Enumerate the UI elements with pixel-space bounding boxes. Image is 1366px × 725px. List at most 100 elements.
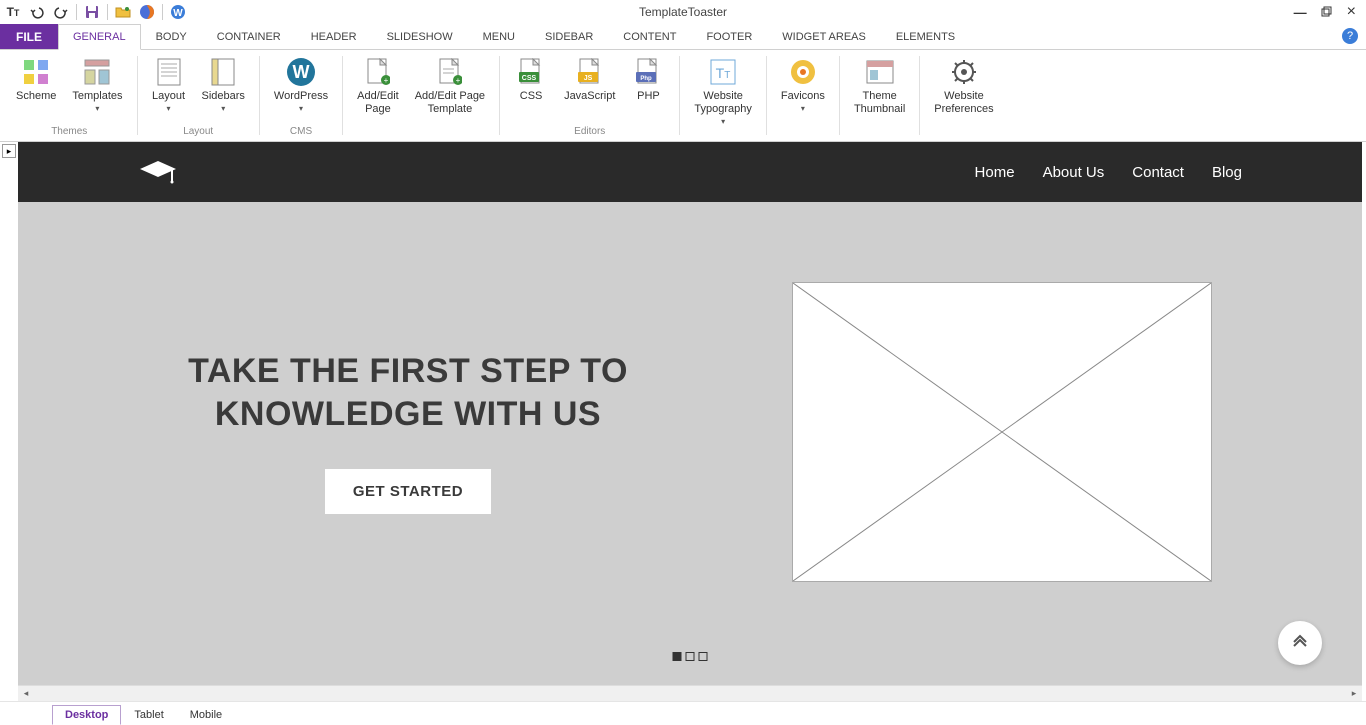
php-button[interactable]: Php PHP [623, 52, 673, 107]
tab-general[interactable]: GENERAL [58, 24, 141, 50]
theme-thumbnail-button[interactable]: Theme Thumbnail [846, 52, 913, 120]
svg-text:W: W [173, 8, 183, 19]
image-placeholder[interactable] [792, 282, 1212, 582]
tab-content[interactable]: CONTENT [608, 24, 691, 49]
horizontal-scrollbar[interactable]: ◂ ▸ [18, 685, 1362, 701]
css-icon: CSS [515, 56, 547, 88]
add-edit-page-button[interactable]: + Add/Edit Page [349, 52, 407, 120]
tab-container[interactable]: CONTAINER [202, 24, 296, 49]
preview-canvas[interactable]: Home About Us Contact Blog TAKE THE FIRS… [18, 142, 1362, 685]
get-started-button[interactable]: GET STARTED [325, 469, 491, 514]
website-typography-button[interactable]: TT Website Typography ▾ [686, 52, 759, 130]
thumbnail-icon [864, 56, 896, 88]
website-preferences-button[interactable]: Website Preferences [926, 52, 1001, 120]
save-icon[interactable] [83, 3, 101, 21]
group-label-editors: Editors [574, 124, 605, 141]
layout-button[interactable]: Layout ▾ [144, 52, 194, 117]
help-icon[interactable]: ? [1342, 28, 1358, 44]
svg-text:+: + [456, 76, 461, 85]
hero-section: TAKE THE FIRST STEP TO KNOWLEDGE WITH US… [18, 202, 1362, 622]
tab-sidebar[interactable]: SIDEBAR [530, 24, 608, 49]
scheme-button[interactable]: Scheme [8, 52, 64, 107]
wordpress-icon: W [285, 56, 317, 88]
tab-body[interactable]: BODY [141, 24, 202, 49]
nav-home[interactable]: Home [975, 164, 1015, 181]
panel-toggle-icon[interactable]: ▸ [2, 144, 16, 158]
undo-icon[interactable] [28, 3, 46, 21]
php-icon: Php [632, 56, 664, 88]
group-label-preferences [963, 124, 966, 141]
chevron-down-icon: ▾ [166, 104, 170, 113]
preview-nav: Home About Us Contact Blog [975, 164, 1242, 181]
device-tab-desktop[interactable]: Desktop [52, 705, 121, 725]
slide-dot-2[interactable] [686, 652, 695, 661]
tab-menu[interactable]: MENU [468, 24, 530, 49]
group-label-favicons [802, 124, 805, 141]
scroll-to-top-button[interactable] [1278, 621, 1322, 665]
slide-dot-1[interactable] [673, 652, 682, 661]
svg-text:JS: JS [583, 75, 592, 82]
folder-icon[interactable] [114, 3, 132, 21]
scheme-icon [20, 56, 52, 88]
favicons-button[interactable]: Favicons ▾ [773, 52, 833, 117]
redo-icon[interactable] [52, 3, 70, 21]
preview-header: Home About Us Contact Blog [18, 142, 1362, 202]
chevron-down-icon: ▾ [221, 104, 225, 113]
chevron-down-icon: ▾ [721, 117, 725, 126]
tab-footer[interactable]: FOOTER [691, 24, 767, 49]
nav-contact[interactable]: Contact [1132, 164, 1184, 181]
svg-text:+: + [384, 76, 389, 85]
chevron-down-icon: ▾ [95, 104, 99, 113]
ribbon-tabs: FILE GENERAL BODY CONTAINER HEADER SLIDE… [0, 24, 1366, 50]
page-icon: + [362, 56, 394, 88]
nav-about[interactable]: About Us [1043, 164, 1105, 181]
tab-widget-areas[interactable]: WIDGET AREAS [767, 24, 881, 49]
svg-text:CSS: CSS [522, 75, 537, 82]
layout-icon [153, 56, 185, 88]
quick-access-toolbar: TT W TemplateToaster — × [0, 0, 1366, 24]
graduation-cap-icon [138, 157, 178, 187]
tab-header[interactable]: HEADER [296, 24, 372, 49]
tab-elements[interactable]: ELEMENTS [881, 24, 970, 49]
page-template-icon: + [434, 56, 466, 88]
group-label-thumbnail [878, 124, 881, 141]
window-title: TemplateToaster [639, 0, 727, 24]
file-tab[interactable]: FILE [0, 24, 58, 49]
nav-blog[interactable]: Blog [1212, 164, 1242, 181]
chevron-down-icon: ▾ [299, 104, 303, 113]
sidebars-button[interactable]: Sidebars ▾ [194, 52, 253, 117]
text-tool-icon[interactable]: TT [4, 3, 22, 21]
sidebars-icon [207, 56, 239, 88]
device-tab-tablet[interactable]: Tablet [121, 705, 176, 725]
canvas-area: ▸ Home About Us Contact Blog TAKE THE FI… [0, 142, 1366, 685]
tab-slideshow[interactable]: SLIDESHOW [372, 24, 468, 49]
templates-icon [81, 56, 113, 88]
add-edit-page-template-button[interactable]: + Add/Edit Page Template [407, 52, 493, 120]
wordpress-qat-icon[interactable]: W [169, 3, 187, 21]
javascript-button[interactable]: JS JavaScript [556, 52, 623, 107]
wordpress-button[interactable]: W WordPress ▾ [266, 52, 336, 117]
scroll-right-icon[interactable]: ▸ [1346, 687, 1362, 701]
group-label-layout: Layout [183, 124, 213, 141]
hero-title: TAKE THE FIRST STEP TO KNOWLEDGE WITH US [168, 350, 648, 435]
scroll-left-icon[interactable]: ◂ [18, 687, 34, 701]
typography-icon: TT [707, 56, 739, 88]
group-label-themes: Themes [51, 124, 87, 141]
group-label-pages [420, 124, 423, 141]
css-button[interactable]: CSS CSS [506, 52, 556, 107]
firefox-icon[interactable] [138, 3, 156, 21]
device-tabs: Desktop Tablet Mobile [0, 701, 1366, 725]
templates-button[interactable]: Templates ▾ [64, 52, 130, 117]
favicon-icon [787, 56, 819, 88]
group-label-cms: CMS [290, 124, 312, 141]
close-icon[interactable]: × [1347, 3, 1356, 21]
gear-icon [948, 56, 980, 88]
slide-dot-3[interactable] [699, 652, 708, 661]
maximize-icon[interactable] [1321, 6, 1333, 18]
svg-text:W: W [293, 62, 310, 82]
slide-indicators [673, 652, 708, 661]
device-tab-mobile[interactable]: Mobile [177, 705, 235, 725]
js-icon: JS [574, 56, 606, 88]
minimize-icon[interactable]: — [1294, 5, 1307, 20]
ribbon: Scheme Templates ▾ Themes Layout ▾ Sideb… [0, 50, 1366, 142]
